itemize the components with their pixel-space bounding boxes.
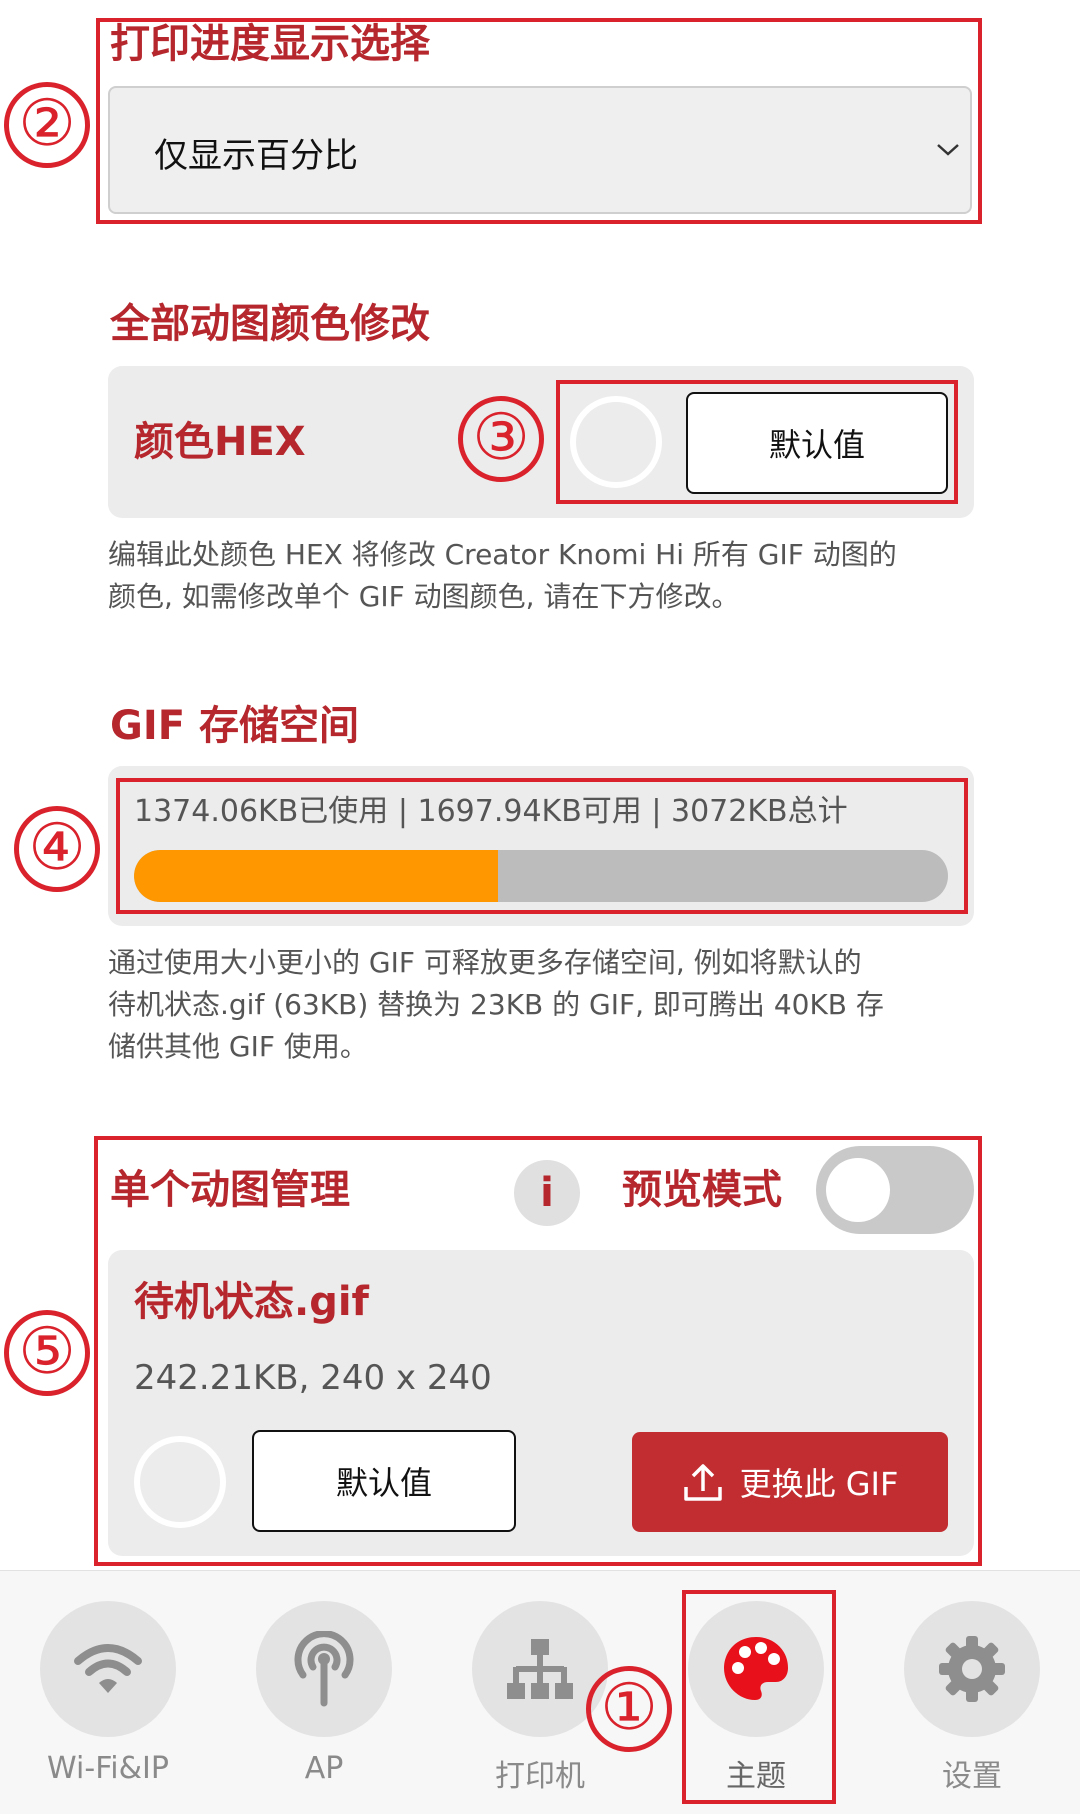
antenna-icon [294,1631,354,1707]
nav-label-printer: 打印机 [495,1759,585,1794]
nav-settings-circle [904,1601,1040,1737]
color-hex-label: 颜色HEX [134,419,306,465]
nav-ap-circle [256,1601,392,1737]
global-color-help-1: 编辑此处颜色 HEX 将修改 Creator Knomi Hi 所有 GIF 动… [108,538,897,571]
annotation-box-3 [556,380,958,504]
nav-item-ap[interactable]: AP [236,1595,396,1800]
nav-wifi-circle [40,1601,176,1737]
storage-help-2: 待机状态.gif (63KB) 替换为 23KB 的 GIF, 即可腾出 40K… [108,988,884,1021]
nav-label-ap: AP [304,1751,344,1786]
storage-help-3: 储供其他 GIF 使用。 [108,1030,368,1063]
global-color-title: 全部动图颜色修改 [110,301,430,347]
nav-label-wifi: Wi-Fi&IP [47,1751,169,1786]
storage-title: GIF 存储空间 [110,703,359,749]
annotation-box-5 [94,1136,982,1566]
network-icon [507,1639,573,1699]
gear-icon [939,1636,1005,1702]
annotation-number-4: ④ [14,806,100,892]
annotation-number-5: ⑤ [4,1310,90,1396]
annotation-number-1: ① [586,1666,672,1752]
annotation-box-4 [116,778,968,914]
nav-label-settings: 设置 [942,1759,1002,1794]
storage-help-1: 通过使用大小更小的 GIF 可释放更多存储空间, 例如将默认的 [108,946,862,979]
annotation-number-3: ③ [458,396,544,482]
annotation-box-2 [96,18,982,224]
annotation-number-2: ② [4,82,90,168]
annotation-box-1 [682,1590,836,1804]
nav-item-wifi[interactable]: Wi-Fi&IP [20,1595,180,1800]
nav-item-settings[interactable]: 设置 [884,1595,1044,1800]
wifi-icon [74,1644,142,1693]
global-color-help-2: 颜色, 如需修改单个 GIF 动图颜色, 请在下方修改。 [108,580,740,613]
